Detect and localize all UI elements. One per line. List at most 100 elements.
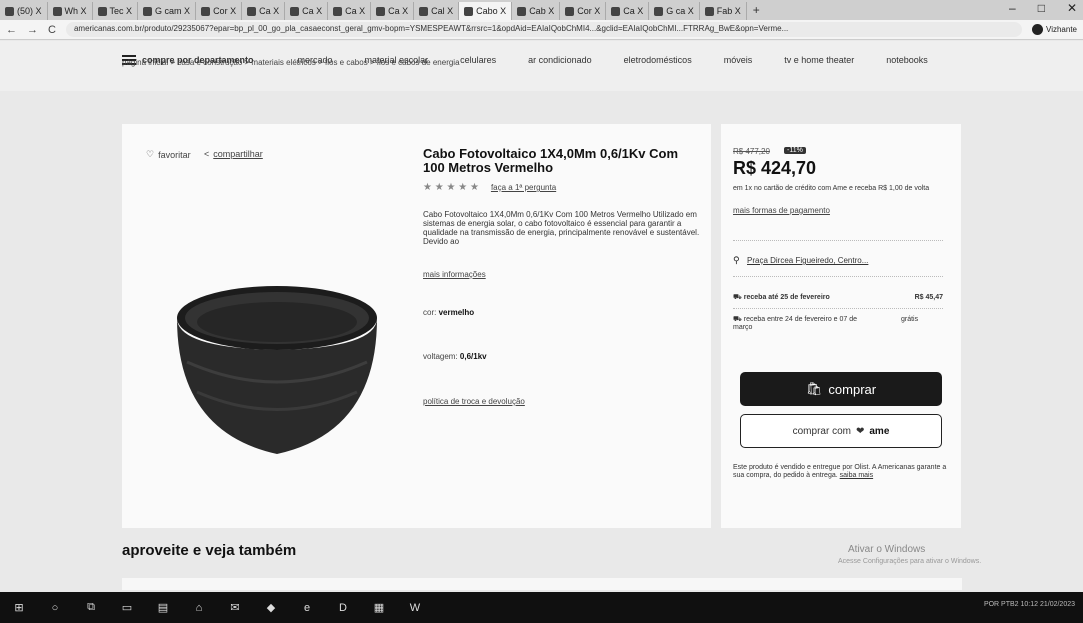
seller-more-link[interactable]: saiba mais [840,472,873,479]
voltage-attribute: voltagem: 0,6/1kv [423,352,487,361]
tab-label: G ca X [666,6,694,16]
voltage-value[interactable]: 0,6/1kv [460,352,487,361]
tab-label: Fab X [716,6,741,16]
new-tab-button[interactable]: + [753,3,760,17]
tab-label: Cor X [213,6,237,16]
shipping-option-free[interactable]: ⛟ receba entre 24 de fevereiro e 07 de m… [733,316,863,332]
browser-tab[interactable]: Ca X [285,2,329,20]
search-icon[interactable]: ○ [48,601,62,615]
tab-favicon-icon [654,6,664,16]
browser-tab[interactable]: Fab X [700,2,747,20]
tab-label: Ca X [302,6,323,16]
ame-brand: ame [869,425,890,437]
more-info-link[interactable]: mais informações [423,270,486,279]
tab-favicon-icon [704,6,714,16]
windows-activation-title: Ativar o Windows [848,544,926,555]
color-attribute: cor: vermelho [423,308,474,317]
edge-icon[interactable]: e [300,601,314,615]
tab-label: Ca X [623,6,644,16]
menu-item-notebooks[interactable]: notebooks [886,55,928,65]
browser-tab[interactable]: (50) X [0,2,48,20]
tab-label: Cabo X [476,6,507,16]
share-button[interactable]: < compartilhar [204,149,263,159]
browser-tab[interactable]: Ca X [371,2,415,20]
browser-tab[interactable]: Wh X [48,2,93,20]
product-title: Cabo Fotovoltaico 1X4,0Mm 0,6/1Kv Com 10… [423,146,679,175]
browser-tab[interactable]: G ca X [649,2,700,20]
truck-icon: ⛟ [733,294,744,301]
breadcrumb[interactable]: página inicial > casa e construção > mat… [122,58,460,67]
browser-tab[interactable]: Cor X [196,2,243,20]
tab-favicon-icon [376,6,386,16]
maximize-icon[interactable]: □ [1038,1,1045,15]
ask-question-link[interactable]: faça a 1ª pergunta [491,183,556,192]
buy-box: R$ 477,20 -11% R$ 424,70 em 1x no cartão… [721,124,961,528]
app-w-icon[interactable]: W [408,601,422,615]
app-grid-icon[interactable]: ▦ [372,601,386,615]
back-icon[interactable]: ← [6,24,17,36]
divider [733,240,943,241]
forward-icon[interactable]: → [27,24,38,36]
browser-tab[interactable]: Ca X [606,2,650,20]
share-label: compartilhar [213,149,263,159]
close-icon[interactable]: ✕ [1067,1,1077,15]
seller-note: Este produto é vendido e entregue por Ol… [733,464,953,480]
favorite-button[interactable]: ♡ favoritar [146,149,191,160]
rating: ★ ★ ★ ★ ★ faça a 1ª pergunta [423,182,556,193]
browser-tab[interactable]: Cor X [560,2,607,20]
share-icon: < [204,149,210,159]
browser-tab[interactable]: Cab X [512,2,561,20]
recommendations-strip [122,578,962,590]
menu-item-ar-condicionado[interactable]: ar condicionado [528,55,592,65]
return-policy-link[interactable]: política de troca e devolução [423,397,525,406]
system-tray: POR PTB2 10:12 21/02/2023 [983,601,1075,608]
profile-name: Vizhante [1046,25,1077,34]
browser-tab[interactable]: Cabo X [459,2,513,20]
menu-item-celulares[interactable]: celulares [460,55,496,65]
shipping-option-express[interactable]: ⛟ receba até 25 de fevereiro R$ 45,47 [733,294,953,302]
location-pin-icon: ⚲ [733,255,740,265]
tab-favicon-icon [247,6,257,16]
tab-favicon-icon [97,6,107,16]
browser-tab[interactable]: Ca X [242,2,286,20]
product-image[interactable] [172,282,382,460]
buy-button[interactable]: 🛍 comprar [740,372,942,406]
menu-item-tv[interactable]: tv e home theater [784,55,854,65]
browser-tab[interactable]: G cam X [138,2,197,20]
payment-forms-link[interactable]: mais formas de pagamento [733,206,830,215]
browser-tab[interactable]: Ca X [328,2,372,20]
widget-icon[interactable]: ▭ [120,601,134,615]
ame-prefix: comprar com [792,425,851,437]
browser-tab[interactable]: Cal X [414,2,460,20]
file-explorer-icon[interactable]: ▤ [156,601,170,615]
store-icon[interactable]: ⌂ [192,601,206,615]
url-input[interactable]: americanas.com.br/produto/29235067?epar=… [65,22,1022,37]
discount-badge: -11% [784,147,806,154]
buy-with-ame-button[interactable]: comprar com ❤ ame [740,414,942,448]
tab-label: Tec X [109,6,133,16]
tab-favicon-icon [333,6,343,16]
color-value[interactable]: vermelho [439,308,475,317]
tab-favicon-icon [565,6,575,16]
profile-button[interactable]: Vizhante [1032,24,1077,35]
app-d-icon[interactable]: D [336,601,350,615]
product-description: Cabo Fotovoltaico 1X4,0Mm 0,6/1Kv Com 10… [423,210,700,246]
mail-icon[interactable]: ✉ [228,601,242,615]
shipping-price-free: grátis [901,316,919,323]
card-offer: em 1x no cartão de crédito com Ame e rec… [733,185,930,192]
windows-start-icon[interactable]: ⊞ [12,601,26,615]
tab-favicon-icon [464,6,474,16]
minimize-icon[interactable]: – [1009,1,1016,15]
taskbar: ⊞ ○ ⧉ ▭ ▤ ⌂ ✉ ◆ e D ▦ W POR PTB2 10:12 2… [0,592,1083,623]
old-price: R$ 477,20 [733,147,770,156]
store-location-link[interactable]: Praça Dircea Figueiredo, Centro... [747,256,868,265]
app-icon[interactable]: ◆ [264,601,278,615]
reload-icon[interactable]: C [48,24,56,36]
menu-item-moveis[interactable]: móveis [724,55,753,65]
tab-favicon-icon [5,6,14,16]
browser-tab[interactable]: Tec X [93,2,139,20]
menu-item-eletrodomesticos[interactable]: eletrodomésticos [624,55,692,65]
tab-label: G cam X [155,6,191,16]
task-view-icon[interactable]: ⧉ [84,601,98,615]
tab-label: Cab X [529,6,555,16]
